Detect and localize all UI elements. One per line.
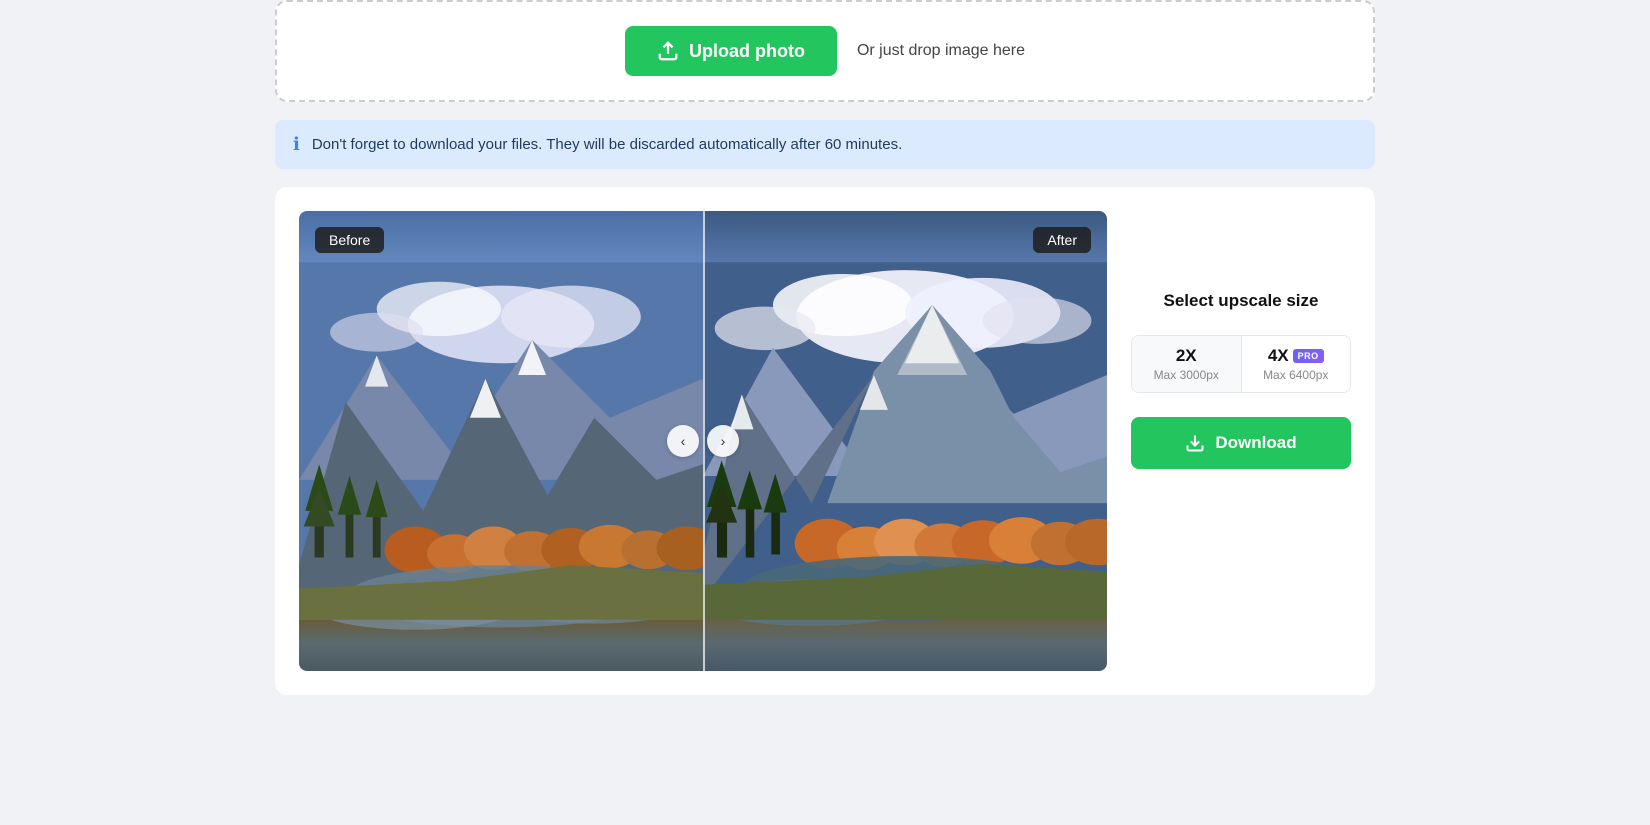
after-image: After	[703, 211, 1107, 671]
arrow-right-button[interactable]: ›	[707, 425, 739, 457]
upscale-options: 2X Max 3000px 4X PRO Max 6400px	[1131, 335, 1351, 393]
option-2x-sub: Max 3000px	[1146, 368, 1227, 382]
before-image: Before	[299, 211, 703, 671]
drop-text: Or just drop image here	[857, 42, 1025, 60]
upload-icon	[657, 40, 679, 62]
image-compare: Before ‹ ›	[299, 211, 1107, 671]
option-4x-sub: Max 6400px	[1256, 368, 1337, 382]
pro-badge: PRO	[1293, 349, 1324, 363]
info-banner: ℹ Don't forget to download your files. T…	[275, 120, 1375, 169]
info-icon: ℹ	[293, 134, 300, 155]
main-content: Before ‹ ›	[275, 187, 1375, 695]
arrow-controls: ‹ ›	[667, 425, 739, 457]
upload-button[interactable]: Upload photo	[625, 26, 837, 76]
option-2x-button[interactable]: 2X Max 3000px	[1132, 336, 1242, 392]
info-message: Don't forget to download your files. The…	[312, 136, 902, 153]
select-upscale-title: Select upscale size	[1164, 291, 1319, 311]
option-2x-label: 2X	[1176, 346, 1197, 366]
upload-area: Upload photo Or just drop image here	[275, 0, 1375, 102]
download-button[interactable]: Download	[1131, 417, 1351, 469]
right-panel: Select upscale size 2X Max 3000px 4X PRO…	[1131, 211, 1351, 469]
option-4x-title: 4X PRO	[1256, 346, 1337, 366]
arrow-left-button[interactable]: ‹	[667, 425, 699, 457]
option-4x-button[interactable]: 4X PRO Max 6400px	[1242, 336, 1351, 392]
download-icon	[1185, 433, 1205, 453]
option-2x-title: 2X	[1146, 346, 1227, 366]
arrow-right-icon: ›	[721, 433, 726, 449]
download-label: Download	[1215, 433, 1296, 453]
option-4x-label: 4X	[1268, 346, 1289, 366]
compare-wrapper: Before ‹ ›	[299, 211, 1107, 671]
after-scene-svg	[703, 211, 1107, 671]
arrow-left-icon: ‹	[681, 433, 686, 449]
after-label: After	[1033, 227, 1091, 253]
before-scene-svg	[299, 211, 703, 671]
upload-btn-label: Upload photo	[689, 41, 805, 62]
before-label: Before	[315, 227, 384, 253]
